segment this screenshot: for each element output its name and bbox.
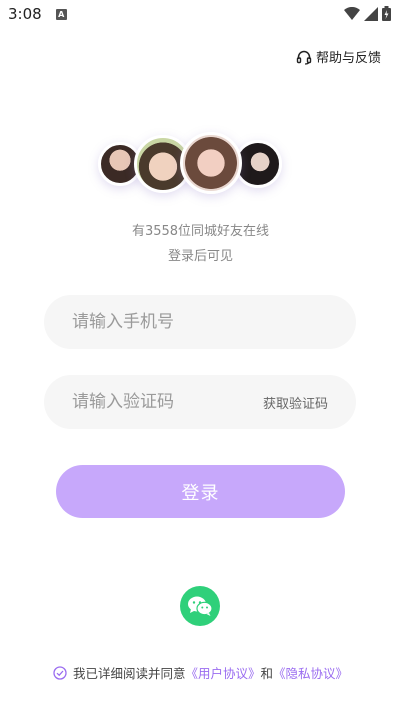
- online-count-text: 有3558位同城好友在线: [131, 224, 270, 239]
- status-icons: [344, 6, 391, 21]
- agreement-row: 我已详细阅读并同意《用户协议》和《隐私协议》: [0, 663, 401, 682]
- avatar: [180, 132, 242, 194]
- phone-input[interactable]: [72, 312, 328, 332]
- agreement-conj: 和: [260, 666, 274, 681]
- login-visible-hint: 登录后可见: [167, 249, 233, 264]
- wechat-icon: [188, 596, 213, 616]
- phone-field: [44, 295, 356, 349]
- privacy-policy-link[interactable]: 《隐私协议》: [273, 666, 348, 681]
- battery-icon: [382, 6, 391, 21]
- code-input[interactable]: [72, 392, 263, 412]
- signal-icon: [364, 6, 378, 21]
- user-agreement-link[interactable]: 《用户协议》: [185, 666, 260, 681]
- check-circle-icon[interactable]: [53, 665, 67, 680]
- notification-badge: A: [55, 8, 67, 20]
- get-code-button[interactable]: 获取验证码: [263, 393, 328, 412]
- help-feedback-link[interactable]: 帮助与反馈: [296, 47, 381, 66]
- avatar-group: [0, 132, 401, 196]
- headset-icon: [296, 50, 312, 65]
- login-button[interactable]: 登录: [56, 465, 345, 518]
- wifi-icon: [344, 6, 360, 20]
- code-field: 获取验证码: [44, 375, 356, 429]
- agreement-prefix: 我已详细阅读并同意: [72, 666, 186, 681]
- wechat-login-button[interactable]: [180, 586, 220, 626]
- status-time: 3:08: [8, 5, 42, 23]
- help-label: 帮助与反馈: [315, 51, 381, 66]
- status-bar: 3:08 A: [0, 0, 401, 28]
